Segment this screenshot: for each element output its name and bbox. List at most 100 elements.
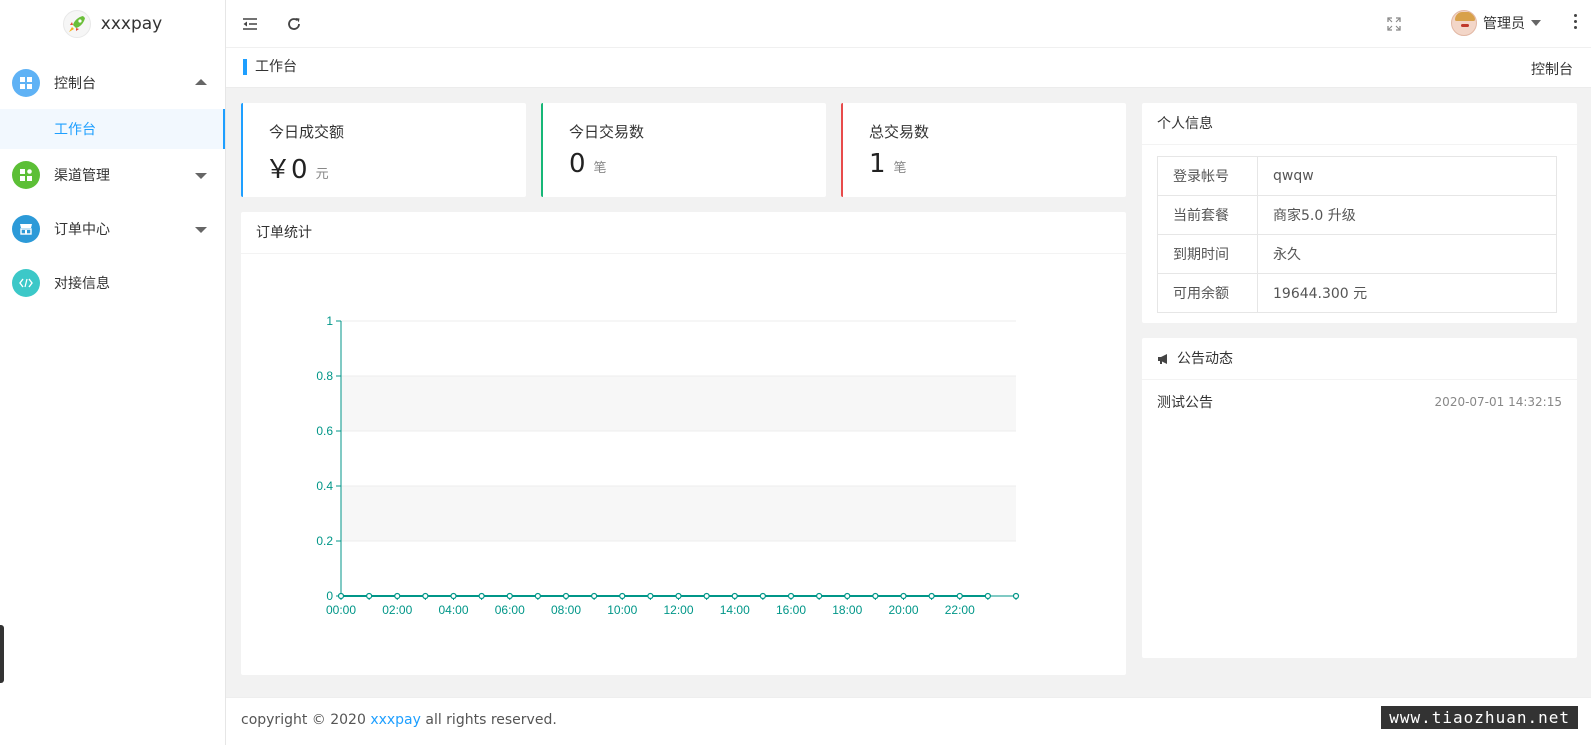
x-tick-label: 22:00 (945, 603, 975, 617)
sidebar-item-integration[interactable]: 对接信息 (0, 257, 225, 309)
y-tick-label: 0.8 (316, 369, 333, 383)
data-point (619, 592, 626, 600)
logo[interactable]: xxxpay (0, 0, 225, 48)
app-name: xxxpay (100, 14, 163, 34)
notice-card: 公告动态 测试公告 2020-07-01 14:32:15 (1142, 338, 1577, 658)
notice-title[interactable]: 测试公告 (1157, 392, 1213, 412)
x-tick-label: 18:00 (832, 603, 862, 617)
data-point (422, 592, 429, 600)
sidebar-item-channels[interactable]: 渠道管理 (0, 149, 225, 201)
sidebar-item-label: 控制台 (54, 76, 96, 92)
grid-band (341, 376, 1016, 431)
sidebar-subitem-workbench[interactable]: 工作台 (0, 109, 225, 149)
y-tick-label: 0.6 (316, 424, 333, 438)
data-point (478, 592, 485, 600)
user-menu[interactable]: 管理员 (1451, 10, 1541, 36)
megaphone-icon (1157, 353, 1171, 365)
watermark: www.tiaozhuan.net (1381, 706, 1578, 729)
data-point (787, 592, 795, 600)
table-row: 到期时间 永久 (1157, 234, 1557, 274)
card-title: 个人信息 (1142, 103, 1577, 145)
windows-icon (12, 69, 40, 97)
table-row: 登录帐号 qwqw (1157, 156, 1557, 196)
notice-time: 2020-07-01 14:32:15 (1434, 395, 1562, 409)
table-row: 可用余额 19644.300 元 (1157, 273, 1557, 313)
order-stats-card: 订单统计 0 0.2 0.4 0.6 0.8 1 00:00 02:00 04:00 06:00 0… (241, 212, 1126, 675)
data-point (731, 592, 738, 600)
sidebar-item-label: 渠道管理 (54, 168, 110, 184)
data-point (759, 592, 766, 600)
top-header: 管理员 (226, 0, 1591, 48)
breadcrumb-link[interactable]: 控制台 (1531, 59, 1573, 79)
code-icon (12, 269, 40, 297)
stat-card-total-count: 总交易数 1笔 (841, 103, 1126, 197)
data-point (450, 592, 457, 600)
stat-value: ￥0 元 (265, 155, 329, 185)
caret-up-icon (195, 79, 207, 85)
stat-title: 今日交易数 (569, 123, 645, 141)
data-point (844, 592, 851, 600)
data-point (647, 592, 654, 600)
x-tick-label: 00:00 (326, 603, 356, 617)
x-tick-label: 04:00 (438, 603, 468, 617)
x-tick-label: 10:00 (607, 603, 637, 617)
sidebar-item-orders[interactable]: 订单中心 (0, 203, 225, 255)
y-tick-label: 0.4 (316, 479, 333, 493)
side-handle[interactable] (0, 625, 4, 683)
stat-value: 0笔 (569, 149, 607, 179)
y-tick-label: 0 (326, 589, 333, 603)
data-point (562, 592, 570, 600)
data-point (394, 592, 401, 600)
profile-table: 登录帐号 qwqw 当前套餐 商家5.0 升级 到期时间 永久 可用余额 19644.3… (1157, 156, 1557, 313)
footer-link[interactable]: xxxpay (370, 712, 421, 728)
y-tick-label: 1 (326, 314, 333, 328)
more-vertical-icon[interactable] (1574, 14, 1577, 29)
data-point (956, 592, 963, 600)
data-point (366, 592, 373, 600)
order-chart: 0 0.2 0.4 0.6 0.8 1 00:00 02:00 04:00 06:00 08:00 1… (316, 314, 1020, 617)
copyright: copyright © 2020 xxxpay all rights reser… (241, 712, 557, 728)
sidebar: xxxpay 控制台 工作台 渠道管理 订单中心 对接信息 (0, 0, 226, 745)
caret-down-icon (195, 173, 207, 179)
data-point (506, 592, 513, 600)
x-tick-label: 08:00 (551, 603, 581, 617)
data-point (872, 592, 879, 600)
table-row: 当前套餐 商家5.0 升级 (1157, 195, 1557, 235)
axis-end-point (1012, 592, 1020, 600)
card-title: 订单统计 (241, 212, 1126, 254)
x-tick-label: 02:00 (382, 603, 412, 617)
sidebar-item-label: 订单中心 (54, 222, 110, 238)
card-title: 公告动态 (1142, 338, 1577, 380)
avatar (1451, 10, 1477, 36)
stat-title: 总交易数 (869, 123, 930, 141)
x-tick-label: 20:00 (888, 603, 918, 617)
caret-down-icon (195, 227, 207, 233)
stat-title: 今日成交额 (269, 123, 345, 141)
refresh-icon[interactable] (282, 12, 306, 36)
user-name: 管理员 (1483, 16, 1525, 32)
caret-down-icon (1531, 20, 1541, 26)
stat-card-today-count: 今日交易数 0笔 (541, 103, 826, 197)
grid-band (341, 486, 1016, 541)
data-point (900, 592, 907, 600)
menu-toggle-icon[interactable] (238, 12, 262, 36)
stat-card-today-amount: 今日成交额 ￥0 元 (241, 103, 526, 197)
stat-value: 1笔 (869, 149, 907, 179)
data-point (534, 592, 541, 600)
x-tick-label: 14:00 (720, 603, 750, 617)
sidebar-item-console[interactable]: 控制台 (0, 57, 225, 109)
x-tick-label: 12:00 (663, 603, 693, 617)
y-tick-label: 0.2 (316, 534, 333, 548)
rocket-icon (62, 10, 91, 38)
x-tick-label: 16:00 (776, 603, 806, 617)
page-title: 工作台 (243, 59, 297, 75)
sidebar-item-label: 对接信息 (54, 276, 110, 292)
data-point (984, 592, 991, 600)
store-icon (12, 215, 40, 243)
data-point (337, 592, 345, 600)
fullscreen-icon[interactable] (1382, 12, 1406, 36)
data-point (816, 592, 823, 600)
apps-icon (12, 161, 40, 189)
data-point (928, 592, 935, 600)
data-point (703, 592, 710, 600)
